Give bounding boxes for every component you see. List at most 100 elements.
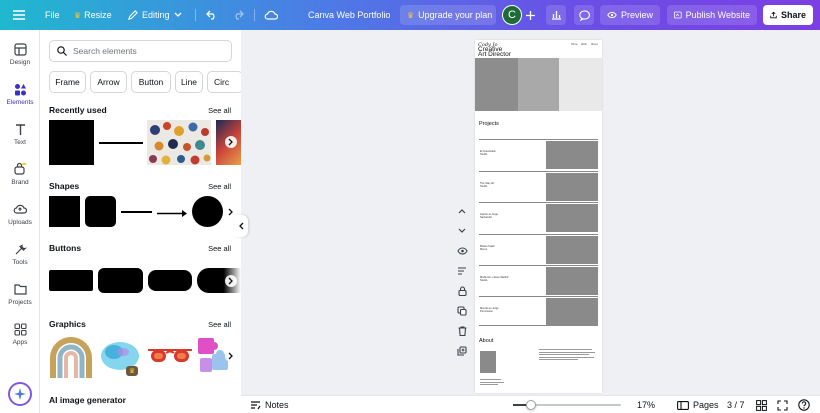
bottom-bar: Notes 17% Pages 3 / 7 bbox=[241, 395, 820, 413]
chip-button[interactable]: Button bbox=[131, 71, 171, 93]
button-style-square[interactable] bbox=[49, 270, 93, 291]
fullscreen-button[interactable] bbox=[777, 396, 788, 413]
chip-label: Circ bbox=[214, 77, 230, 87]
publish-website-button[interactable]: Publish Website bbox=[667, 5, 757, 25]
publish-icon bbox=[674, 11, 682, 19]
hero-image-3 bbox=[559, 58, 602, 111]
rail-item-elements[interactable]: Elements bbox=[0, 82, 40, 106]
delete-page-button[interactable] bbox=[455, 324, 469, 338]
graphic-watercolor[interactable]: ♛ bbox=[98, 334, 142, 378]
menu-icon[interactable] bbox=[13, 0, 25, 30]
resize-button[interactable]: ♛ Resize bbox=[74, 0, 112, 30]
button-style-rounded[interactable] bbox=[98, 268, 143, 293]
upgrade-button[interactable]: ♛ Upgrade your plan bbox=[400, 5, 496, 25]
design-page[interactable]: Cody Jo Home Work About Creative Art Dir… bbox=[475, 40, 602, 393]
graphic-sunglasses[interactable] bbox=[147, 344, 193, 368]
see-all-shapes[interactable]: See all bbox=[208, 182, 231, 191]
rail-item-design[interactable]: Design bbox=[0, 42, 40, 66]
chip-frame[interactable]: Frame bbox=[49, 71, 86, 93]
redo-icon bbox=[235, 10, 244, 20]
share-icon bbox=[770, 11, 777, 19]
see-all-buttons[interactable]: See all bbox=[208, 244, 231, 253]
see-all-graphics[interactable]: See all bbox=[208, 320, 231, 329]
recent-line[interactable] bbox=[99, 142, 143, 144]
graphic-rainbow[interactable] bbox=[49, 336, 93, 378]
chip-label: Arrow bbox=[97, 77, 120, 87]
notes-label: Notes bbox=[265, 400, 289, 410]
rail-label: Text bbox=[14, 139, 26, 146]
notes-button[interactable]: Notes bbox=[250, 396, 289, 413]
project-image bbox=[546, 173, 598, 201]
rail-item-apps[interactable]: Apps bbox=[0, 322, 40, 346]
magic-assistant-button[interactable] bbox=[8, 382, 32, 406]
move-page-up-button[interactable] bbox=[455, 204, 469, 218]
editing-dropdown[interactable]: Editing bbox=[127, 0, 182, 30]
collapse-panel-button[interactable] bbox=[234, 215, 248, 237]
document-title-label: Canva Web Portfolio bbox=[308, 10, 391, 20]
hero-image-2 bbox=[518, 58, 559, 111]
design-icon bbox=[13, 42, 27, 56]
chip-arrow[interactable]: Arrow bbox=[90, 71, 127, 93]
document-title[interactable]: Canva Web Portfolio bbox=[308, 0, 390, 30]
add-collaborator-button[interactable] bbox=[526, 0, 535, 30]
preview-label: Preview bbox=[620, 10, 653, 20]
project-row: Milano Fashi Memo bbox=[479, 234, 598, 264]
button-style-soft[interactable] bbox=[148, 270, 192, 291]
page-counter: 3 / 7 bbox=[727, 396, 745, 413]
insights-button[interactable] bbox=[546, 5, 566, 25]
file-menu[interactable]: File bbox=[45, 0, 60, 30]
hide-page-button[interactable] bbox=[455, 244, 469, 258]
recent-black-square[interactable] bbox=[49, 120, 94, 165]
cloud-sync-button[interactable] bbox=[264, 0, 278, 30]
chip-line[interactable]: Line bbox=[175, 71, 203, 93]
recent-next-arrow[interactable] bbox=[225, 136, 237, 148]
search-input[interactable] bbox=[73, 46, 223, 56]
undo-button[interactable] bbox=[206, 0, 218, 30]
share-button[interactable]: Share bbox=[763, 5, 813, 25]
recent-photo-bubbles[interactable] bbox=[147, 120, 211, 165]
rail-item-text[interactable]: Text bbox=[0, 122, 40, 146]
pages-button[interactable]: Pages bbox=[677, 396, 719, 413]
rail-item-tools[interactable]: Tools bbox=[0, 242, 40, 266]
add-notes-button[interactable] bbox=[455, 264, 469, 278]
rail-item-uploads[interactable]: Uploads bbox=[0, 202, 40, 226]
upgrade-label: Upgrade your plan bbox=[418, 10, 493, 20]
eye-icon bbox=[607, 12, 617, 18]
add-page-button[interactable] bbox=[455, 344, 469, 358]
redo-button[interactable] bbox=[232, 0, 244, 30]
shape-rounded-square[interactable] bbox=[85, 196, 116, 227]
project-image bbox=[546, 141, 598, 169]
avatar-initial: C bbox=[508, 9, 516, 21]
shape-square[interactable] bbox=[49, 196, 80, 227]
page-counter-label: 3 / 7 bbox=[727, 400, 745, 410]
see-all-recently-used[interactable]: See all bbox=[208, 106, 231, 115]
avatar[interactable]: C bbox=[502, 5, 522, 25]
crown-icon: ♛ bbox=[74, 10, 82, 20]
hero-image-1 bbox=[475, 58, 518, 111]
help-icon bbox=[798, 399, 810, 411]
share-label: Share bbox=[780, 10, 806, 20]
project-row: The Stay Art Studio bbox=[479, 171, 598, 201]
project-image bbox=[546, 204, 598, 232]
bar-chart-icon bbox=[551, 11, 561, 20]
shape-arrow[interactable] bbox=[157, 206, 188, 217]
chip-label: Button bbox=[138, 77, 164, 87]
buttons-next-arrow[interactable] bbox=[225, 275, 237, 287]
elements-panel: Frame Arrow Button Line Circ Recently us… bbox=[40, 30, 241, 413]
shape-circle[interactable] bbox=[192, 196, 223, 227]
comment-button[interactable] bbox=[574, 5, 594, 25]
rail-item-projects[interactable]: Projects bbox=[0, 282, 40, 306]
chip-circle[interactable]: Circ bbox=[207, 71, 241, 93]
duplicate-page-button[interactable] bbox=[455, 304, 469, 318]
zoom-slider-handle[interactable] bbox=[526, 400, 537, 410]
zoom-level[interactable]: 17% bbox=[637, 396, 655, 413]
zoom-slider[interactable] bbox=[513, 400, 621, 410]
rail-item-brand[interactable]: Brand bbox=[0, 162, 40, 186]
preview-button[interactable]: Preview bbox=[600, 5, 660, 25]
lock-page-button[interactable] bbox=[455, 284, 469, 298]
grid-view-button[interactable] bbox=[756, 396, 767, 413]
help-button[interactable] bbox=[798, 396, 810, 413]
shape-line[interactable] bbox=[121, 211, 152, 213]
graphics-next-arrow[interactable] bbox=[225, 350, 237, 362]
move-page-down-button[interactable] bbox=[455, 224, 469, 238]
